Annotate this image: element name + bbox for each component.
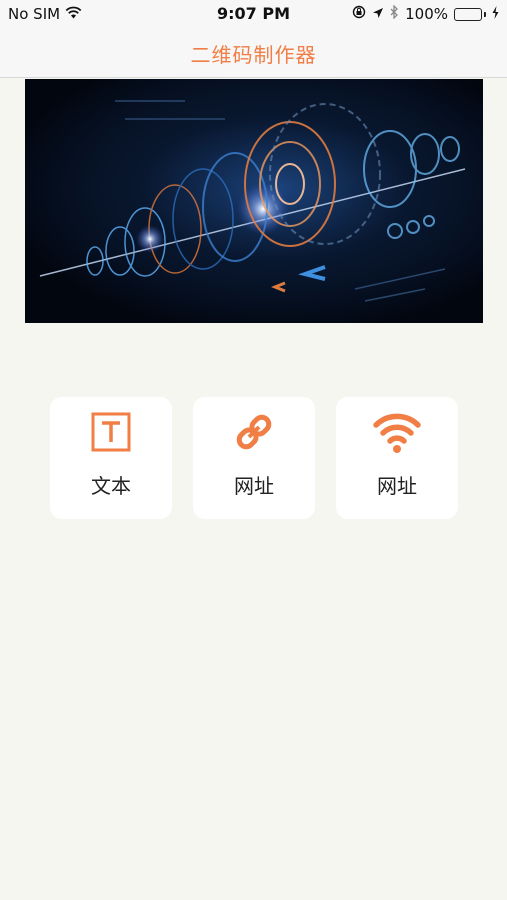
battery-percent: 100%: [405, 5, 448, 23]
navigation-bar: 二维码制作器: [0, 28, 507, 78]
bluetooth-icon: [390, 4, 399, 23]
url-card-label: 网址: [234, 474, 274, 498]
banner-image: [25, 79, 483, 323]
charging-bolt-icon: [492, 5, 499, 23]
wifi-icon: [336, 409, 458, 455]
link-icon: [193, 409, 315, 455]
wifi-card-label: 网址: [377, 474, 417, 498]
text-card-button[interactable]: 文本: [50, 397, 172, 519]
wifi-card-button[interactable]: 网址: [336, 397, 458, 519]
location-arrow-icon: [372, 5, 384, 23]
page-title: 二维码制作器: [190, 43, 317, 67]
battery-icon: [454, 7, 486, 21]
action-cards: 文本 网址 网址: [50, 397, 458, 519]
status-bar: No SIM 9:07 PM 100%: [0, 0, 507, 28]
status-right: 100%: [352, 4, 499, 23]
orientation-lock-icon: [352, 5, 366, 23]
text-card-label: 文本: [91, 474, 131, 498]
url-card-button[interactable]: 网址: [193, 397, 315, 519]
text-icon: [50, 409, 172, 455]
